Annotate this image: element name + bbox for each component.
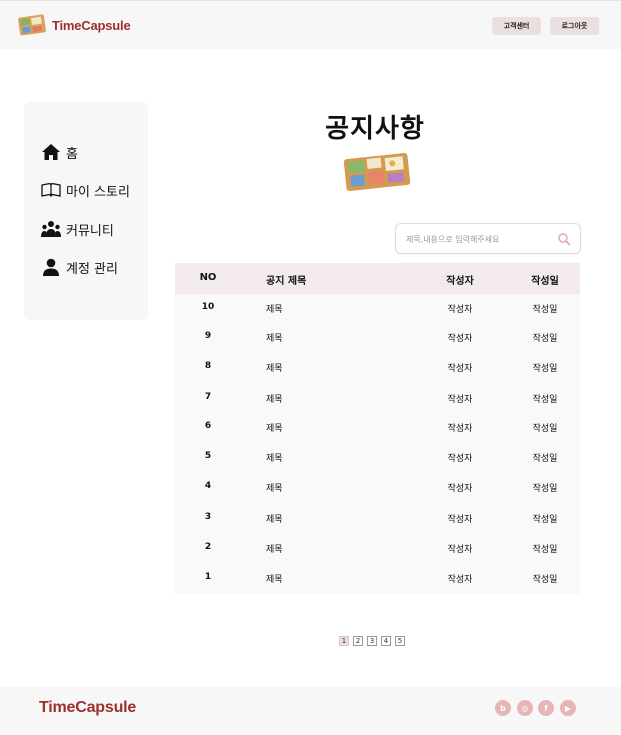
row-title[interactable]: 제목 xyxy=(266,331,283,344)
user-icon xyxy=(40,257,62,277)
row-date: 작성일 xyxy=(532,305,558,315)
row-author: 작성자 xyxy=(447,395,473,405)
community-icon xyxy=(40,219,62,239)
row-number: 1 xyxy=(204,572,212,582)
table-header: NO 공지 제목 작성자 작성일 xyxy=(175,263,580,294)
pagination: 12345 xyxy=(339,636,405,646)
page-title: 공지사항 xyxy=(325,114,425,144)
sidebar-item-label: 마이 스토리 xyxy=(66,184,130,200)
instagram-icon[interactable]: ◎ xyxy=(517,700,533,716)
row-title[interactable]: 제목 xyxy=(266,542,283,555)
search-box xyxy=(395,223,581,254)
row-number: 7 xyxy=(204,392,212,402)
book-icon xyxy=(40,180,62,200)
table-row[interactable]: 4 제목 작성자 작성일 xyxy=(175,472,580,502)
row-date: 작성일 xyxy=(532,484,558,494)
row-date: 작성일 xyxy=(532,395,558,405)
sidebar-item-home[interactable]: 홈 xyxy=(40,142,78,162)
row-author: 작성자 xyxy=(447,515,473,525)
row-author: 작성자 xyxy=(447,575,473,585)
table-row[interactable]: 6 제목 작성자 작성일 xyxy=(175,412,580,442)
logout-button[interactable]: 로그아웃 xyxy=(550,17,599,35)
search-icon[interactable] xyxy=(557,232,571,246)
row-author: 작성자 xyxy=(447,334,473,344)
customer-center-button[interactable]: 고객센터 xyxy=(492,17,541,35)
table-row[interactable]: 5 제목 작성자 작성일 xyxy=(175,442,580,472)
page-button-2[interactable]: 2 xyxy=(353,636,363,646)
row-date: 작성일 xyxy=(532,334,558,344)
row-author: 작성자 xyxy=(447,305,473,315)
row-number: 9 xyxy=(204,331,212,341)
page-button-1[interactable]: 1 xyxy=(339,636,349,646)
page-button-3[interactable]: 3 xyxy=(367,636,377,646)
table-row[interactable]: 8 제목 작성자 작성일 xyxy=(175,352,580,382)
row-date: 작성일 xyxy=(532,575,558,585)
page-button-5[interactable]: 5 xyxy=(395,636,405,646)
notice-table: NO 공지 제목 작성자 작성일 10 제목 작성자 작성일 9 제목 작성자 작성일 8 제목 작… xyxy=(175,263,580,594)
row-number: 4 xyxy=(204,481,212,491)
row-title[interactable]: 제목 xyxy=(266,421,283,434)
row-title[interactable]: 제목 xyxy=(266,451,283,464)
sidebar-item-label: 커뮤니티 xyxy=(66,223,114,239)
sidebar-item-label: 계정 관리 xyxy=(66,261,118,277)
table-row[interactable]: 2 제목 작성자 작성일 xyxy=(175,533,580,563)
row-number: 8 xyxy=(204,361,212,371)
footer-brand: TimeCapsule xyxy=(39,699,137,716)
table-row[interactable]: 3 제목 작성자 작성일 xyxy=(175,503,580,533)
table-row[interactable]: 1 제목 작성자 작성일 xyxy=(175,563,580,593)
home-icon xyxy=(40,142,62,162)
column-header-title: 공지 제목 xyxy=(266,276,307,287)
facebook-icon[interactable]: f xyxy=(538,700,554,716)
sidebar-item-label: 홈 xyxy=(66,146,78,162)
table-row[interactable]: 10 제목 작성자 작성일 xyxy=(175,293,580,323)
row-title[interactable]: 제목 xyxy=(266,512,283,525)
row-number: 5 xyxy=(204,451,212,461)
timecapsule-logo-icon xyxy=(18,14,46,36)
row-date: 작성일 xyxy=(532,364,558,374)
row-date: 작성일 xyxy=(532,424,558,434)
row-author: 작성자 xyxy=(447,364,473,374)
column-header-date: 작성일 xyxy=(531,276,559,287)
row-number: 3 xyxy=(204,512,212,522)
sidebar-item-my-story[interactable]: 마이 스토리 xyxy=(40,180,130,200)
sidebar-item-community[interactable]: 커뮤니티 xyxy=(40,219,114,239)
row-number: 10 xyxy=(201,302,215,312)
search-input[interactable] xyxy=(406,231,554,247)
row-date: 작성일 xyxy=(532,454,558,464)
footer: TimeCapsule b ◎ f ▶ xyxy=(0,687,621,735)
row-author: 작성자 xyxy=(447,454,473,464)
row-title[interactable]: 제목 xyxy=(266,392,283,405)
row-title[interactable]: 제목 xyxy=(266,572,283,585)
row-title[interactable]: 제목 xyxy=(266,302,283,315)
brand-name: TimeCapsule xyxy=(52,17,131,33)
header: TimeCapsule 고객센터 로그아웃 xyxy=(0,0,621,49)
column-header-no: NO xyxy=(199,272,217,283)
row-author: 작성자 xyxy=(447,424,473,434)
table-row[interactable]: 9 제목 작성자 작성일 xyxy=(175,322,580,352)
row-date: 작성일 xyxy=(532,545,558,555)
youtube-icon[interactable]: ▶ xyxy=(560,700,576,716)
capsule-illustration-icon xyxy=(343,153,411,191)
row-number: 6 xyxy=(204,421,212,431)
row-number: 2 xyxy=(204,542,212,552)
column-header-author: 작성자 xyxy=(446,276,474,287)
row-title[interactable]: 제목 xyxy=(266,361,283,374)
row-author: 작성자 xyxy=(447,545,473,555)
row-date: 작성일 xyxy=(532,515,558,525)
logo[interactable]: TimeCapsule xyxy=(18,14,131,36)
row-title[interactable]: 제목 xyxy=(266,481,283,494)
table-row[interactable]: 7 제목 작성자 작성일 xyxy=(175,383,580,413)
sidebar: 홈 마이 스토리 커뮤니티 계정 관리 xyxy=(24,102,148,320)
sidebar-item-account[interactable]: 계정 관리 xyxy=(40,257,118,277)
page-button-4[interactable]: 4 xyxy=(381,636,391,646)
blog-icon[interactable]: b xyxy=(495,700,511,716)
row-author: 작성자 xyxy=(447,484,473,494)
